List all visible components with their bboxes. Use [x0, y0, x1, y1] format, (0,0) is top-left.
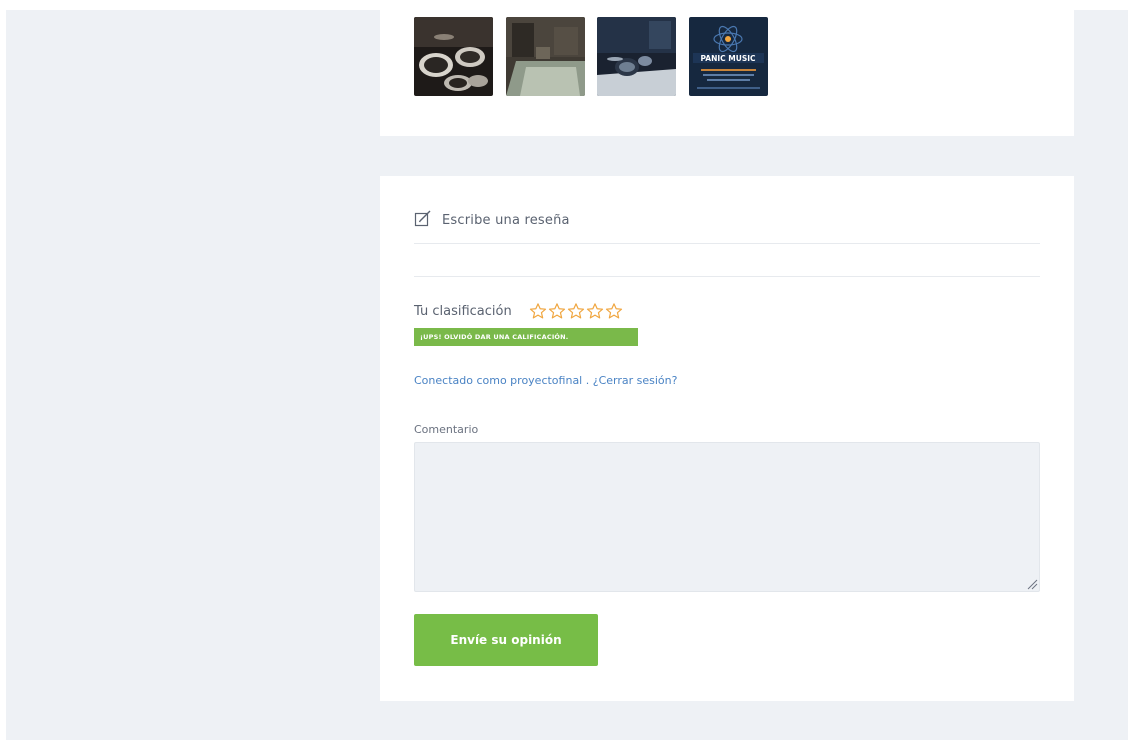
submit-review-button[interactable]: Envíe su opinión	[414, 614, 598, 666]
gallery-thumb-drum-kit[interactable]	[414, 17, 493, 96]
star-icon[interactable]	[567, 302, 585, 320]
svg-text:PANIC MUSIC: PANIC MUSIC	[700, 54, 756, 63]
comment-label: Comentario	[414, 423, 479, 436]
review-header: Escribe una reseña	[414, 209, 570, 231]
logout-link[interactable]: . ¿Cerrar sesión?	[586, 374, 678, 387]
gallery-card: PANIC MUSIC	[380, 10, 1074, 136]
rating-label: Tu clasificación	[414, 303, 512, 319]
divider	[414, 276, 1040, 277]
star-icon[interactable]	[586, 302, 604, 320]
divider	[414, 243, 1040, 244]
gallery-thumb-panic-music-poster[interactable]: PANIC MUSIC	[689, 17, 768, 96]
logged-in-user-link[interactable]: Conectado como proyectofinal	[414, 374, 582, 387]
review-card: Escribe una reseña Tu clasificación ¡UPS…	[380, 176, 1074, 701]
star-icon[interactable]	[605, 302, 623, 320]
star-rating[interactable]	[529, 302, 624, 320]
star-icon[interactable]	[548, 302, 566, 320]
review-title: Escribe una reseña	[442, 212, 570, 228]
rating-row: Tu clasificación	[414, 302, 624, 320]
star-icon[interactable]	[529, 302, 547, 320]
comment-textarea[interactable]	[414, 442, 1040, 592]
resize-grip-icon[interactable]	[1026, 578, 1038, 590]
logged-in-row: Conectado como proyectofinal . ¿Cerrar s…	[414, 374, 677, 387]
edit-icon	[414, 209, 432, 231]
gallery-thumb-studio-room[interactable]	[506, 17, 585, 96]
gallery-thumb-studio-drums[interactable]	[597, 17, 676, 96]
rating-error-message: ¡UPS! OLVIDÓ DAR UNA CALIFICACIÓN.	[414, 328, 638, 346]
